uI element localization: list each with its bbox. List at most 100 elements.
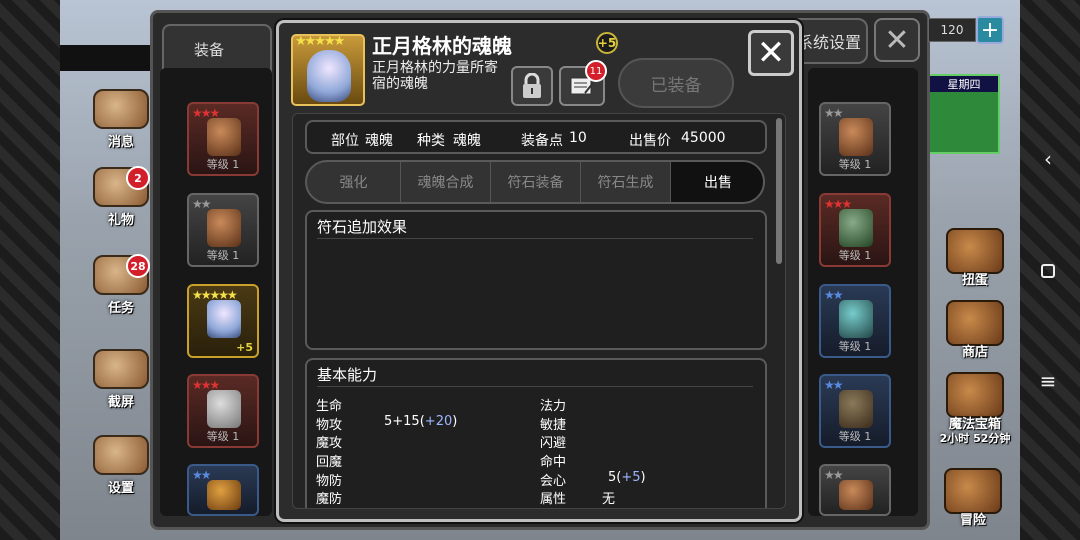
inventory-slot[interactable]: ★★ — [187, 464, 259, 516]
type-value: 魂魄 — [453, 133, 481, 149]
nav-home-button[interactable] — [1030, 256, 1066, 286]
inventory-slot[interactable]: ★★★ 等级 1 — [819, 193, 891, 267]
slot-value: 魂魄 — [365, 133, 393, 149]
top-strip — [60, 45, 160, 71]
add-coins-button[interactable]: + — [976, 16, 1004, 44]
mace-icon — [207, 480, 241, 510]
sell-button[interactable]: 出售 — [671, 162, 763, 202]
shoes-icon — [839, 480, 873, 510]
padlock-icon — [523, 73, 541, 98]
soul-portrait-icon — [207, 300, 241, 338]
game-screen: 消息 礼物 2 任务 28 截屏 设置 星期四 扭蛋 商店 魔法宝箱 2小时 5… — [0, 0, 1080, 540]
armor-icon — [839, 118, 873, 156]
slot-label: 部位 — [331, 133, 359, 149]
soul-fusion-button[interactable]: 魂魄合成 — [401, 162, 491, 202]
stat-value: 5+15(+20) — [384, 414, 458, 429]
inventory-slot[interactable]: ★★ 等级 1 — [819, 374, 891, 448]
gift-badge: 2 — [126, 166, 150, 190]
menu-quest-button[interactable]: 任务 28 — [84, 252, 158, 316]
gauntlet-icon — [207, 390, 241, 428]
square-home-icon — [1041, 264, 1055, 278]
boots-icon — [207, 118, 241, 156]
quest-badge: 28 — [126, 254, 150, 278]
inventory-close-button[interactable]: ✕ — [874, 18, 920, 62]
envelope-icon — [93, 89, 149, 129]
gear-icon — [93, 435, 149, 475]
lock-button[interactable] — [511, 66, 553, 106]
type-label: 种类 — [417, 133, 445, 149]
plus-icon: + — [980, 17, 1000, 43]
stat-label: 属性 — [540, 492, 567, 507]
gacha-button[interactable]: 扭蛋 — [938, 218, 1012, 288]
magic-chest-button[interactable]: 魔法宝箱 2小时 52分钟 — [930, 370, 1020, 446]
stat-label: 会心 — [540, 474, 567, 489]
nav-menu-button[interactable]: ≡ — [1030, 366, 1066, 396]
adventure-button[interactable]: 冒险 — [936, 450, 1010, 528]
menu-gift-button[interactable]: 礼物 2 — [84, 164, 158, 228]
menu-screenshot-button[interactable]: 截屏 — [84, 346, 158, 410]
stat-label: 物防 — [316, 474, 343, 489]
stat-label: 回魔 — [316, 455, 343, 470]
inventory-slot[interactable]: ★★★ 等级 1 — [187, 102, 259, 176]
dialog-close-button[interactable]: ✕ — [748, 30, 794, 76]
inventory-slot-selected[interactable]: ★★★★★ +5 — [187, 284, 259, 358]
close-icon: ✕ — [884, 22, 910, 58]
stat-label: 魔攻 — [316, 436, 343, 451]
memo-badge: 11 — [585, 60, 607, 82]
points-value: 10 — [569, 130, 587, 146]
chevron-left-icon: ‹ — [1044, 147, 1052, 171]
chest-armor-icon — [839, 300, 873, 338]
menu-settings-button[interactable]: 设置 — [84, 432, 158, 496]
stat-label: 生命 — [316, 399, 343, 414]
left-bezel — [0, 0, 60, 540]
basic-stats-title: 基本能力 — [317, 366, 378, 384]
stat-label: 敏捷 — [540, 418, 567, 433]
action-bar: 强化 魂魄合成 符石装备 符石生成 出售 — [305, 160, 765, 204]
price-label: 出售价 — [629, 133, 671, 149]
treasure-chest-icon — [946, 372, 1004, 418]
map-icon — [944, 468, 1002, 514]
inventory-slot[interactable]: ★★★ 等级 1 — [187, 374, 259, 448]
detail-scrollbar[interactable] — [776, 118, 782, 264]
inventory-slot[interactable]: ★★ 等级 1 — [187, 193, 259, 267]
inventory-slot[interactable]: ★★ — [819, 464, 891, 516]
inventory-slot[interactable]: ★★ 等级 1 — [819, 102, 891, 176]
inventory-slot[interactable]: ★★ 等级 1 — [819, 284, 891, 358]
stat-label: 法力 — [540, 399, 567, 414]
stat-label: 魔防 — [316, 492, 343, 507]
coin-counter: 120 — [928, 18, 976, 42]
menu-lines-icon: ≡ — [1039, 369, 1057, 393]
vest-icon — [839, 390, 873, 428]
divider — [317, 386, 753, 387]
weekday-label: 星期四 — [930, 76, 998, 92]
weekday-panel: 星期四 — [928, 74, 1000, 154]
rune-create-button[interactable]: 符石生成 — [581, 162, 671, 202]
camera-icon — [93, 349, 149, 389]
spear-icon — [839, 209, 873, 247]
shop-button[interactable]: 商店 — [938, 290, 1012, 360]
helmet-icon — [207, 209, 241, 247]
enhance-button[interactable]: 强化 — [307, 162, 401, 202]
equipped-button[interactable]: 已装备 — [618, 58, 734, 108]
shop-icon — [946, 300, 1004, 346]
chest-timer: 2小时 52分钟 — [939, 432, 1011, 445]
price-value: 45000 — [681, 130, 726, 146]
item-portrait: ★★★★★ — [291, 34, 365, 106]
tab-equipment[interactable]: 装备 — [162, 24, 272, 74]
points-label: 装备点 — [521, 133, 563, 149]
menu-message-button[interactable]: 消息 — [84, 86, 158, 150]
item-description: 正月格林的力量所寄宿的魂魄 — [372, 60, 498, 92]
rune-bonus-section: 符石追加效果 — [305, 210, 767, 350]
enhance-level-badge: +5 — [596, 32, 618, 54]
divider — [317, 238, 753, 239]
rarity-stars: ★★★★★ — [295, 34, 345, 49]
stat-label: 闪避 — [540, 436, 567, 451]
rune-bonus-title: 符石追加效果 — [317, 218, 408, 236]
basic-stats-section: 基本能力 — [305, 358, 767, 508]
item-info-bar: 部位 魂魄 种类 魂魄 装备点 10 出售价 45000 — [305, 120, 767, 154]
nav-back-button[interactable]: ‹ — [1030, 144, 1066, 174]
character-face-icon — [307, 50, 351, 102]
gacha-machine-icon — [946, 228, 1004, 274]
rune-equip-button[interactable]: 符石装备 — [491, 162, 581, 202]
stat-value: 无 — [602, 492, 616, 507]
